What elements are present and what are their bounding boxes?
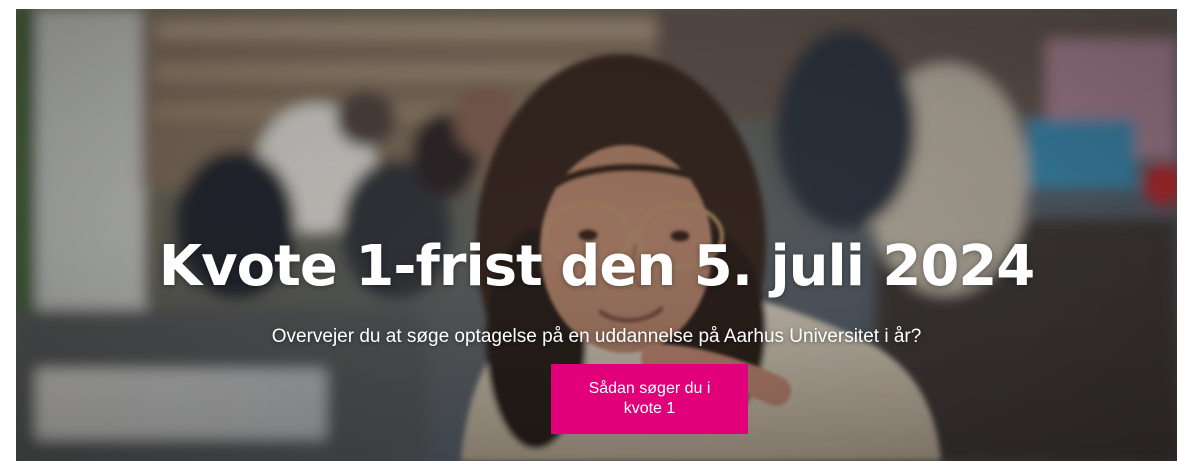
hero-title: Kvote 1-frist den 5. juli 2024 [158, 234, 1036, 299]
apply-kvote-1-button[interactable]: Sådan søger du i kvote 1 [551, 364, 748, 434]
page: Kvote 1-frist den 5. juli 2024 Overvejer… [0, 0, 1193, 461]
hero-subtitle: Overvejer du at søge optagelse på en udd… [271, 326, 922, 347]
hero-content: Kvote 1-frist den 5. juli 2024 Overvejer… [16, 9, 1177, 461]
hero-banner: Kvote 1-frist den 5. juli 2024 Overvejer… [16, 9, 1177, 461]
